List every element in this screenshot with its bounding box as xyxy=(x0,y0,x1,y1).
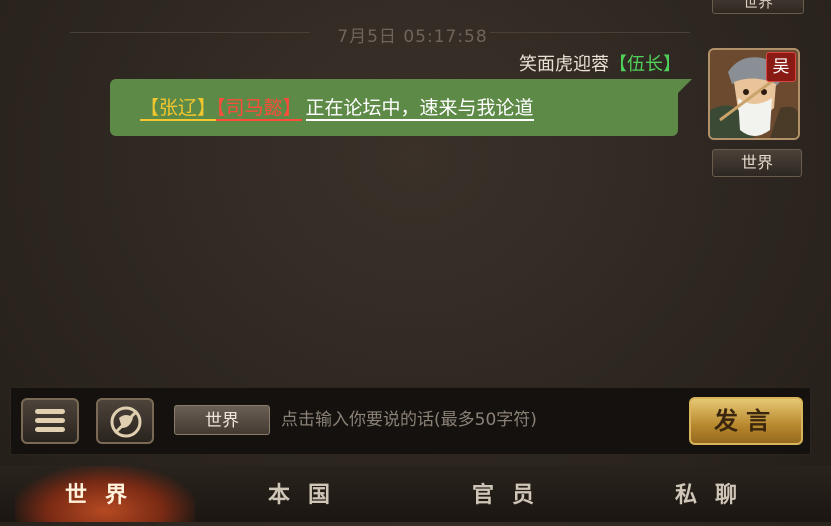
menu-icon-bar-3 xyxy=(35,427,65,432)
chat-input[interactable] xyxy=(281,406,661,434)
channel-tabs: 世界 本国 官员 私聊 xyxy=(0,466,831,522)
tab-world[interactable]: 世界 xyxy=(15,466,195,522)
tab-nation[interactable]: 本国 xyxy=(218,466,398,522)
message-timestamp: 7月5日 05:17:58 xyxy=(337,27,488,47)
emoji-button[interactable] xyxy=(96,398,154,444)
sender-avatar[interactable]: 吴 xyxy=(708,48,800,140)
tab-officials[interactable]: 官员 xyxy=(422,466,602,522)
timestamp-divider: 7月5日 05:17:58 xyxy=(70,20,690,47)
menu-icon-bar-2 xyxy=(35,418,65,423)
sender-rank: 【伍长】 xyxy=(609,54,681,75)
sender-name-line[interactable]: 笑面虎迎蓉【伍长】 xyxy=(519,50,681,76)
channel-select[interactable]: 世界 xyxy=(174,405,270,435)
divider-line-left xyxy=(70,32,310,33)
menu-button[interactable] xyxy=(21,398,79,444)
faction-wu-badge: 吴 xyxy=(766,52,796,82)
message-link-text[interactable]: 正在论坛中，速来与我论道 xyxy=(305,97,534,121)
sender-name[interactable]: 笑面虎迎蓉 xyxy=(519,54,609,75)
send-button[interactable]: 发言 xyxy=(689,397,803,445)
menu-icon-bar-1 xyxy=(35,409,65,414)
linked-name-zhangliao[interactable]: 【张辽】 xyxy=(140,97,217,121)
message-content: 【张辽】【司马懿】 正在论坛中，速来与我论道 xyxy=(140,93,534,121)
linked-name-simayi[interactable]: 【司马懿】 xyxy=(216,97,302,121)
message-channel-tag: 世界 xyxy=(712,149,802,177)
top-channel-tag-partial: 世界 xyxy=(712,0,804,14)
divider-line-right xyxy=(490,32,690,33)
chat-message-bubble: 【张辽】【司马懿】 正在论坛中，速来与我论道 xyxy=(110,79,692,136)
chat-input-bar: 世界 发言 xyxy=(10,387,811,455)
emoji-disabled-icon xyxy=(110,406,142,438)
tab-private[interactable]: 私聊 xyxy=(625,466,805,522)
